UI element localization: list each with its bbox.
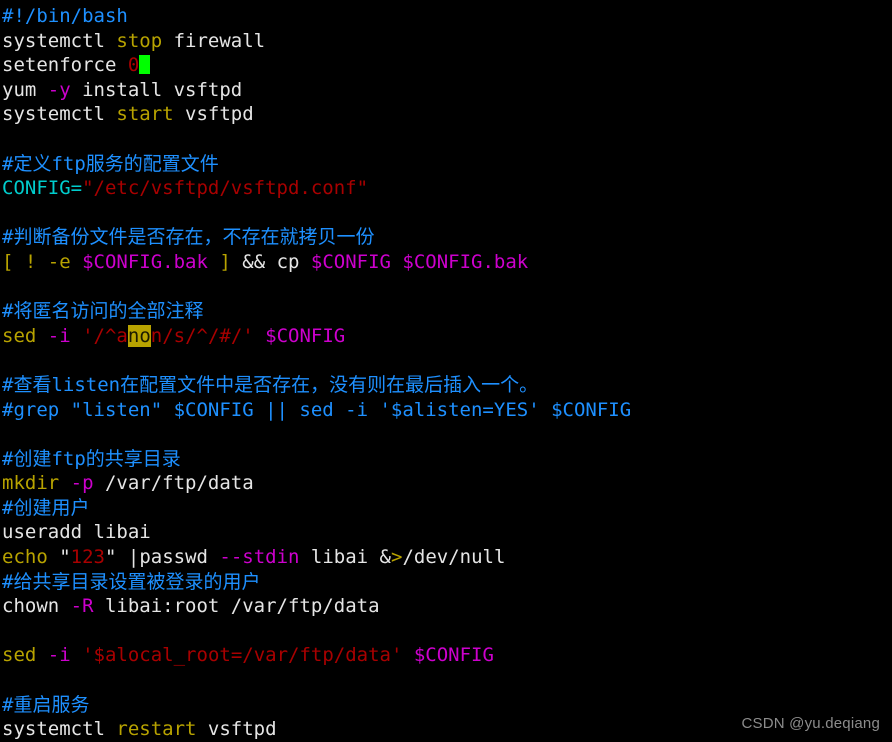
code-line[interactable]: #!/bin/bash [2,4,892,29]
variable-token: $CONFIG.bak [82,250,208,273]
code-line[interactable] [2,619,892,644]
keyword-token: sed [2,324,48,347]
option-token: -i [47,644,71,667]
code-token: useradd libai [2,521,151,544]
code-token: chown [2,595,71,618]
code-token: & [379,546,391,569]
code-line[interactable]: systemctl restart vsftpd [2,717,892,742]
code-line[interactable]: [ ! -e $CONFIG.bak ] && cp $CONFIG $CONF… [2,250,892,275]
code-token: /var/ftp/data [93,472,254,495]
code-token: vsftpd [173,103,254,126]
string-token: 123 [70,546,105,569]
text-cursor [139,55,151,75]
code-line[interactable]: CONFIG="/etc/vsftpd/vsftpd.conf" [2,176,892,201]
code-token: libai:root /var/ftp/data [93,595,380,618]
code-line[interactable]: #判断备份文件是否存在，不存在就拷贝一份 [2,225,892,250]
code-line[interactable]: sed -i '$alocal_root=/var/ftp/data' $CON… [2,643,892,668]
comment-token: #将匿名访问的全部注释 [2,300,204,323]
code-token: install vsftpd [70,78,243,101]
code-token: libai [299,546,380,569]
code-line[interactable]: setenforce 0 [2,53,892,78]
code-line[interactable]: chown -R libai:root /var/ftp/data [2,594,892,619]
code-line[interactable]: systemctl start vsftpd [2,102,892,127]
code-line[interactable]: #重启服务 [2,693,892,718]
string-token: "/etc/vsftpd/vsftpd.conf" [82,177,369,200]
code-line[interactable] [2,348,892,373]
code-line[interactable]: #定义ftp服务的配置文件 [2,152,892,177]
code-token: systemctl [2,29,117,52]
code-line[interactable]: yum -y install vsftpd [2,78,892,103]
code-line[interactable]: #创建ftp的共享目录 [2,447,892,472]
code-line[interactable]: systemctl stop firewall [2,29,892,54]
comment-token: #!/bin/bash [2,5,128,27]
code-line[interactable] [2,422,892,447]
comment-token: #创建ftp的共享目录 [2,447,181,470]
code-line[interactable]: #给共享目录设置被登录的用户 [2,570,892,595]
variable-token: $CONFIG [413,644,494,667]
comment-token: #给共享目录设置被登录的用户 [2,570,261,593]
code-token: |passwd [116,546,220,569]
comment-token: #定义ftp服务的配置文件 [2,152,219,175]
comment-token: #grep "listen" $CONFIG || sed -i '$alist… [2,398,632,421]
code-line[interactable]: #创建用户 [2,496,892,521]
option-token: -y [47,78,71,101]
option-token: --stdin [219,546,300,569]
code-token: /dev/null [402,546,506,569]
search-match-highlight: no [127,324,151,347]
assignment-token: CONFIG= [2,177,83,200]
code-token: setenforce [2,54,128,77]
string-token: n/s/^/#/' [150,324,254,347]
code-token: " [47,546,71,569]
comment-token: #重启服务 [2,693,90,716]
code-line[interactable]: #grep "listen" $CONFIG || sed -i '$alist… [2,398,892,423]
code-line[interactable]: useradd libai [2,520,892,545]
code-token: && [230,250,277,273]
code-line[interactable] [2,275,892,300]
code-line[interactable]: mkdir -p /var/ftp/data [2,471,892,496]
code-editor-pane[interactable]: #!/bin/bash systemctl stop firewall setenf… [0,0,892,741]
variable-token: $CONFIG $CONFIG.bak [310,250,529,273]
keyword-token: sed [2,644,48,667]
code-token: cp [276,250,311,273]
code-token: firewall [162,29,266,52]
string-token: '$alocal_root=/var/ftp/data' [82,644,403,667]
keyword-token: stop [116,29,163,52]
code-line[interactable] [2,668,892,693]
code-line[interactable] [2,127,892,152]
code-line[interactable]: echo "123" |passwd --stdin libai &>/dev/… [2,545,892,570]
code-line[interactable]: #查看listen在配置文件中是否存在，没有则在最后插入一个。 [2,373,892,398]
keyword-token: echo [2,546,48,569]
code-token: " [104,546,117,569]
code-token: systemctl [2,718,117,741]
string-token: '/^a [82,324,128,347]
code-token: systemctl [2,103,117,126]
code-line[interactable]: sed -i '/^anon/s/^/#/' $CONFIG [2,324,892,349]
keyword-token: restart [116,718,197,741]
string-token: 0 [127,54,140,77]
comment-token: #判断备份文件是否存在，不存在就拷贝一份 [2,226,375,249]
code-token: yum [2,78,48,101]
keyword-token: mkdir [2,472,71,495]
code-token: vsftpd [196,718,277,741]
script-code-lines: #!/bin/bash systemctl stop firewall setenf… [2,4,892,742]
keyword-token: start [116,103,174,126]
bracket-token: [ ! -e [2,250,83,273]
redirect-token: > [391,546,403,569]
code-line[interactable]: #将匿名访问的全部注释 [2,299,892,324]
comment-token: #创建用户 [2,496,90,519]
option-token: -i [47,324,71,347]
variable-token: $CONFIG [265,324,346,347]
bracket-token: ] [207,250,231,273]
comment-token: #查看listen在配置文件中是否存在，没有则在最后插入一个。 [2,373,539,396]
code-line[interactable] [2,201,892,226]
option-token: -p [70,472,94,495]
option-token: -R [70,595,94,618]
